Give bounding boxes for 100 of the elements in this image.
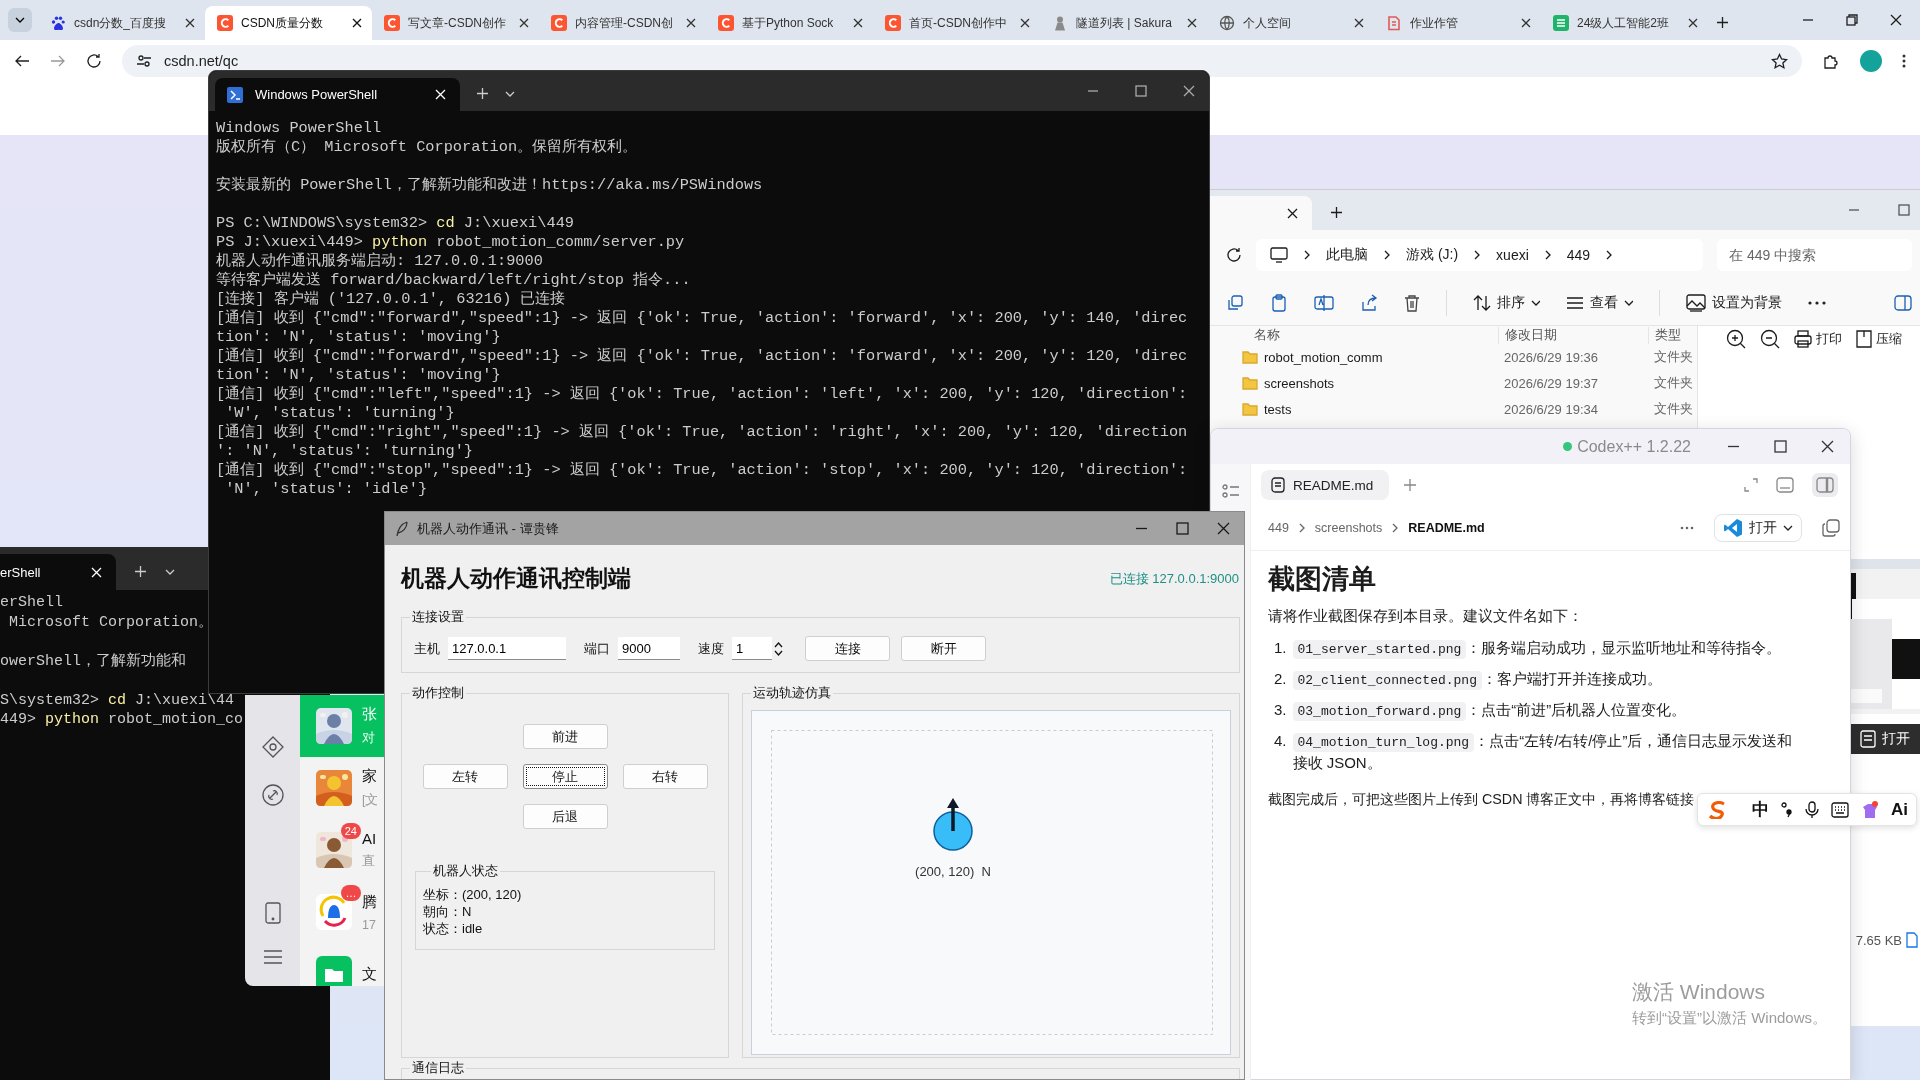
close-icon[interactable] [853, 18, 863, 28]
close-icon[interactable] [1020, 18, 1030, 28]
tab-list-button[interactable] [8, 8, 32, 32]
close-icon[interactable] [352, 18, 362, 28]
close-icon[interactable] [1187, 18, 1197, 28]
refresh-icon[interactable] [1226, 247, 1242, 263]
panel-right-icon[interactable] [1816, 477, 1834, 493]
outline-icon[interactable] [1221, 484, 1240, 498]
skin-icon[interactable] [1861, 800, 1879, 819]
browser-tab[interactable]: 隧道列表 | Sakura [1040, 6, 1207, 40]
details-pane-icon[interactable] [1894, 294, 1912, 311]
set-background-button[interactable]: 设置为背景 [1686, 293, 1782, 312]
delete-icon[interactable] [1404, 293, 1420, 312]
maximize-icon[interactable] [1176, 522, 1189, 535]
motion-button[interactable]: 右转 [622, 764, 708, 789]
spin-field[interactable]: 1 [732, 637, 772, 660]
site-settings-icon[interactable] [136, 53, 152, 69]
panel-bottom-icon[interactable] [1776, 477, 1794, 493]
view-button[interactable]: 查看 [1566, 293, 1633, 312]
breadcrumb-item[interactable]: 游戏 (J:) [1406, 246, 1459, 264]
browser-tab[interactable]: csdn分数_百度搜 [38, 6, 205, 40]
link-icon[interactable] [261, 784, 284, 806]
paste-icon[interactable] [1270, 293, 1288, 312]
menu-icon[interactable] [1902, 53, 1906, 69]
chat-item[interactable]: … 腾 17 [300, 881, 385, 943]
rename-icon[interactable] [1314, 293, 1334, 312]
breadcrumb-item[interactable]: xuexi [1496, 247, 1529, 263]
back-icon[interactable] [14, 53, 30, 69]
input-field[interactable]: 9000 [618, 637, 680, 660]
breadcrumb-item[interactable]: 449 [1566, 247, 1591, 263]
close-icon[interactable] [1354, 18, 1364, 28]
print-button[interactable]: 打印 [1794, 330, 1842, 348]
close-icon[interactable] [1890, 14, 1902, 26]
browser-tab[interactable]: 作业作管 [1374, 6, 1541, 40]
input-field[interactable]: 127.0.0.1 [448, 637, 566, 660]
motion-button[interactable]: 停止 [522, 764, 608, 789]
maximize-icon[interactable] [1774, 440, 1787, 453]
browser-tab[interactable]: 内容管理-CSDN创 [539, 6, 706, 40]
diamond-icon[interactable] [261, 736, 284, 758]
star-icon[interactable] [1771, 52, 1788, 70]
restore-icon[interactable] [1846, 14, 1858, 26]
maximize-icon[interactable] [1898, 204, 1910, 216]
extension-icon[interactable] [1822, 52, 1840, 70]
close-icon[interactable] [1521, 18, 1531, 28]
input-mode-button[interactable]: 中 [1752, 798, 1769, 821]
browser-tab[interactable]: 写文章-CSDN创作 [372, 6, 539, 40]
keyboard-icon[interactable] [1831, 801, 1849, 818]
chat-item[interactable]: 文 [300, 943, 385, 986]
browser-tab[interactable]: 首页-CSDN创作中 [873, 6, 1040, 40]
browser-tab[interactable]: CSDN质量分数 [205, 6, 372, 40]
copy-icon[interactable] [1226, 293, 1244, 312]
column-header[interactable]: 修改日期 [1498, 326, 1648, 344]
copy-icon[interactable] [1822, 519, 1840, 537]
connection-button[interactable]: 连接 [805, 636, 890, 661]
close-icon[interactable] [185, 18, 195, 28]
sort-button[interactable]: 排序 [1473, 293, 1540, 312]
breadcrumb-bar[interactable]: 此电脑 游戏 (J:) xuexi 449 [1256, 239, 1703, 271]
close-icon[interactable] [1688, 18, 1698, 28]
plus-icon[interactable] [1716, 16, 1729, 29]
share-icon[interactable] [1360, 293, 1378, 312]
close-icon[interactable] [1287, 207, 1298, 219]
zoom-out-icon[interactable] [1760, 329, 1780, 349]
phone-icon[interactable] [264, 902, 281, 924]
path-item[interactable]: README.md [1408, 521, 1485, 535]
logo-icon[interactable] [1708, 800, 1728, 819]
browser-tab[interactable]: 基于Python Sock [706, 6, 873, 40]
reload-icon[interactable] [86, 53, 102, 69]
browser-tab[interactable]: 24级人工智能2班 [1541, 6, 1708, 40]
more-icon[interactable] [1808, 300, 1826, 305]
column-header[interactable]: 类型 [1648, 326, 1681, 344]
close-icon[interactable] [519, 18, 529, 28]
motion-button[interactable]: 左转 [422, 764, 508, 789]
ai-button[interactable]: Ai [1891, 799, 1908, 820]
spin-arrows-icon[interactable] [774, 640, 783, 657]
file-tab[interactable]: README.md [1261, 470, 1390, 500]
close-icon[interactable] [1821, 440, 1834, 453]
terminal-tab[interactable]: Windows PowerShell [215, 78, 460, 111]
open-button[interactable]: 打开 [1850, 724, 1920, 754]
motion-button[interactable]: 前进 [522, 724, 608, 749]
terminal-tab[interactable]: erShell [0, 554, 116, 590]
chat-item[interactable]: 24 AI 直 [300, 819, 385, 881]
column-header[interactable]: 名称 [1210, 326, 1498, 344]
breadcrumb-item[interactable]: 此电脑 [1326, 246, 1368, 264]
motion-button[interactable]: 后退 [522, 804, 608, 829]
forward-icon[interactable] [50, 53, 66, 69]
compress-button[interactable]: 压缩 [1856, 330, 1902, 348]
connection-button[interactable]: 断开 [901, 636, 986, 661]
maximize-icon[interactable] [1135, 85, 1147, 97]
search-field[interactable]: 在 449 中搜索 [1717, 239, 1912, 271]
close-icon[interactable] [1217, 522, 1230, 535]
browser-tab[interactable]: 个人空间 [1207, 6, 1374, 40]
microphone-icon[interactable] [1805, 800, 1819, 819]
punctuation-icon[interactable] [1781, 801, 1793, 818]
open-with-button[interactable]: 打开 [1714, 514, 1802, 542]
close-icon[interactable] [686, 18, 696, 28]
zoom-in-icon[interactable] [1726, 329, 1746, 349]
close-icon[interactable] [1183, 85, 1195, 97]
path-item[interactable]: 449 [1268, 521, 1289, 535]
chat-item[interactable]: 家 [文 [300, 757, 385, 819]
path-item[interactable]: screenshots [1314, 521, 1383, 535]
